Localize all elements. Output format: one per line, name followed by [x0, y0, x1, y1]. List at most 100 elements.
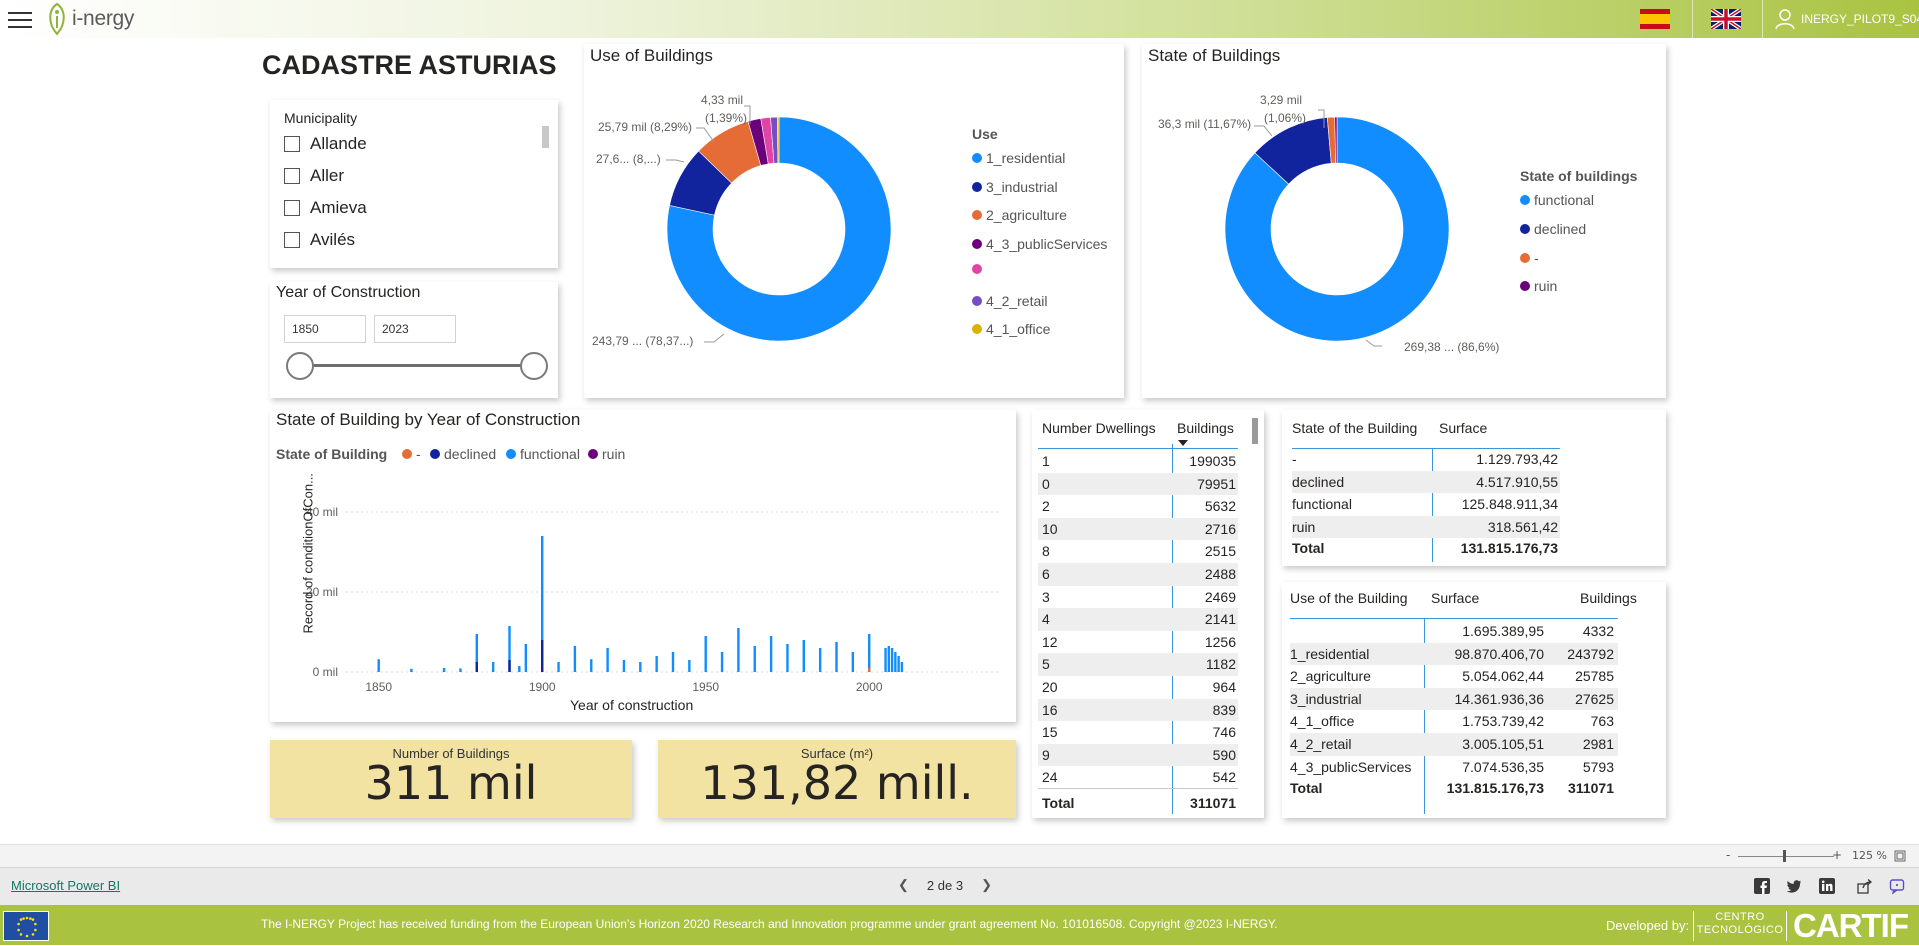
chat-icon[interactable]: [1889, 878, 1905, 894]
year-to-input[interactable]: 2023: [374, 315, 456, 343]
checkbox[interactable]: [284, 200, 300, 216]
slicer-item[interactable]: Aller: [284, 166, 344, 186]
bar[interactable]: [900, 662, 904, 672]
column-header[interactable]: Buildings: [1580, 590, 1637, 606]
column-header[interactable]: Surface: [1431, 590, 1479, 606]
column-header[interactable]: Buildings: [1177, 420, 1234, 436]
bar[interactable]: [753, 646, 756, 672]
table-row[interactable]: - 1.129.793,42: [1292, 448, 1560, 471]
slicer-item[interactable]: Amieva: [284, 198, 367, 218]
table-row[interactable]: 24 542: [1038, 766, 1238, 789]
column-header[interactable]: Surface: [1439, 420, 1487, 436]
legend-item[interactable]: 3_industrial: [972, 179, 1058, 195]
table-row[interactable]: 20 964: [1038, 676, 1238, 699]
fit-to-page-icon[interactable]: [1894, 850, 1906, 862]
bar[interactable]: [884, 648, 887, 672]
column-header[interactable]: Use of the Building: [1290, 590, 1408, 606]
table-row[interactable]: 1.695.389,95 4332: [1290, 620, 1618, 643]
bar[interactable]: [508, 660, 511, 672]
sort-desc-icon[interactable]: [1178, 440, 1188, 446]
bar[interactable]: [786, 644, 789, 672]
bar[interactable]: [868, 634, 871, 672]
legend-item[interactable]: 4_3_publicServices: [972, 236, 1107, 252]
table-row[interactable]: 5 1182: [1038, 653, 1238, 676]
slicer-item[interactable]: Avilés: [284, 230, 355, 250]
checkbox[interactable]: [284, 168, 300, 184]
zoom-slider[interactable]: [1738, 856, 1834, 857]
table-row[interactable]: 3 2469: [1038, 586, 1238, 609]
table-row[interactable]: 0 79951: [1038, 472, 1238, 496]
bar[interactable]: [442, 668, 446, 672]
table-row[interactable]: ruin 318.561,42: [1292, 515, 1560, 538]
table-row[interactable]: 4_2_retail 3.005.105,51 2981: [1290, 733, 1618, 756]
bar[interactable]: [590, 659, 593, 672]
slicer-scrollbar[interactable]: [542, 126, 549, 148]
table-row[interactable]: 6 2488: [1038, 563, 1238, 586]
bar[interactable]: [737, 628, 740, 672]
bar[interactable]: [491, 662, 495, 672]
legend-item[interactable]: 1_residential: [972, 150, 1065, 166]
legend-item[interactable]: declined: [1520, 221, 1586, 237]
bar[interactable]: [377, 659, 380, 672]
bar[interactable]: [524, 644, 528, 672]
bar[interactable]: [835, 642, 838, 672]
bar[interactable]: [518, 666, 521, 672]
slicer-item[interactable]: Allande: [284, 134, 367, 154]
next-page-icon[interactable]: ❯: [963, 877, 1010, 893]
legend-item[interactable]: 2_agriculture: [972, 207, 1067, 223]
powerbi-link[interactable]: Microsoft Power BI: [11, 878, 120, 893]
bar[interactable]: [887, 646, 891, 672]
table-row[interactable]: 4_3_publicServices 7.074.536,35 5793: [1290, 756, 1618, 779]
bar[interactable]: [410, 668, 413, 672]
legend-item[interactable]: -: [1520, 250, 1539, 266]
table-row[interactable]: 4_1_office 1.753.739,42 763: [1290, 710, 1618, 733]
bar[interactable]: [851, 652, 855, 672]
range-start-handle[interactable]: [286, 352, 314, 380]
checkbox[interactable]: [284, 232, 300, 248]
zoom-in-button[interactable]: +: [1832, 848, 1842, 862]
bar[interactable]: [897, 656, 900, 672]
bar[interactable]: [606, 648, 609, 672]
table-row[interactable]: 1_residential 98.870.406,70 243792: [1290, 642, 1618, 666]
bar[interactable]: [704, 636, 707, 672]
legend-item[interactable]: 4_1_office: [972, 321, 1050, 337]
zoom-slider-handle[interactable]: [1783, 850, 1786, 862]
table-row[interactable]: functional 125.848.911,34: [1292, 493, 1560, 516]
table-row[interactable]: declined 4.517.910,55: [1292, 470, 1560, 493]
twitter-icon[interactable]: [1786, 878, 1802, 894]
bar[interactable]: [890, 648, 894, 672]
uk-flag-icon[interactable]: [1711, 9, 1741, 29]
prev-page-icon[interactable]: ❮: [880, 877, 927, 893]
legend-item[interactable]: [972, 264, 986, 274]
table-row[interactable]: 16 839: [1038, 698, 1238, 722]
table-row[interactable]: 9 590: [1038, 743, 1238, 767]
bar[interactable]: [541, 670, 544, 672]
bar[interactable]: [894, 652, 897, 672]
range-end-handle[interactable]: [520, 352, 548, 380]
checkbox[interactable]: [284, 136, 300, 152]
bar[interactable]: [459, 668, 462, 672]
facebook-icon[interactable]: [1754, 878, 1770, 894]
bar[interactable]: [541, 640, 544, 672]
bar[interactable]: [655, 656, 658, 672]
bar[interactable]: [622, 660, 626, 672]
table-row[interactable]: 8 2515: [1038, 540, 1238, 563]
bar[interactable]: [475, 662, 478, 672]
table-row[interactable]: 2_agriculture 5.054.062,44 25785: [1290, 665, 1618, 688]
share-icon[interactable]: [1857, 878, 1873, 894]
zoom-out-button[interactable]: -: [1726, 848, 1730, 862]
legend-item[interactable]: 4_2_retail: [972, 293, 1048, 309]
table-row[interactable]: 2 5632: [1038, 495, 1238, 518]
linkedin-icon[interactable]: [1819, 878, 1835, 894]
bar[interactable]: [868, 668, 871, 672]
column-header[interactable]: State of the Building: [1292, 420, 1417, 436]
table-scrollbar[interactable]: [1252, 418, 1258, 444]
spanish-flag-icon[interactable]: [1640, 9, 1670, 29]
bar[interactable]: [573, 646, 577, 672]
year-from-input[interactable]: 1850: [284, 315, 366, 343]
bar[interactable]: [688, 660, 691, 672]
user-menu[interactable]: INERGY_PILOT9_S04: [1775, 8, 1919, 30]
table-row[interactable]: 4 2141: [1038, 608, 1238, 631]
menu-icon[interactable]: [8, 9, 32, 29]
bar[interactable]: [557, 662, 560, 672]
